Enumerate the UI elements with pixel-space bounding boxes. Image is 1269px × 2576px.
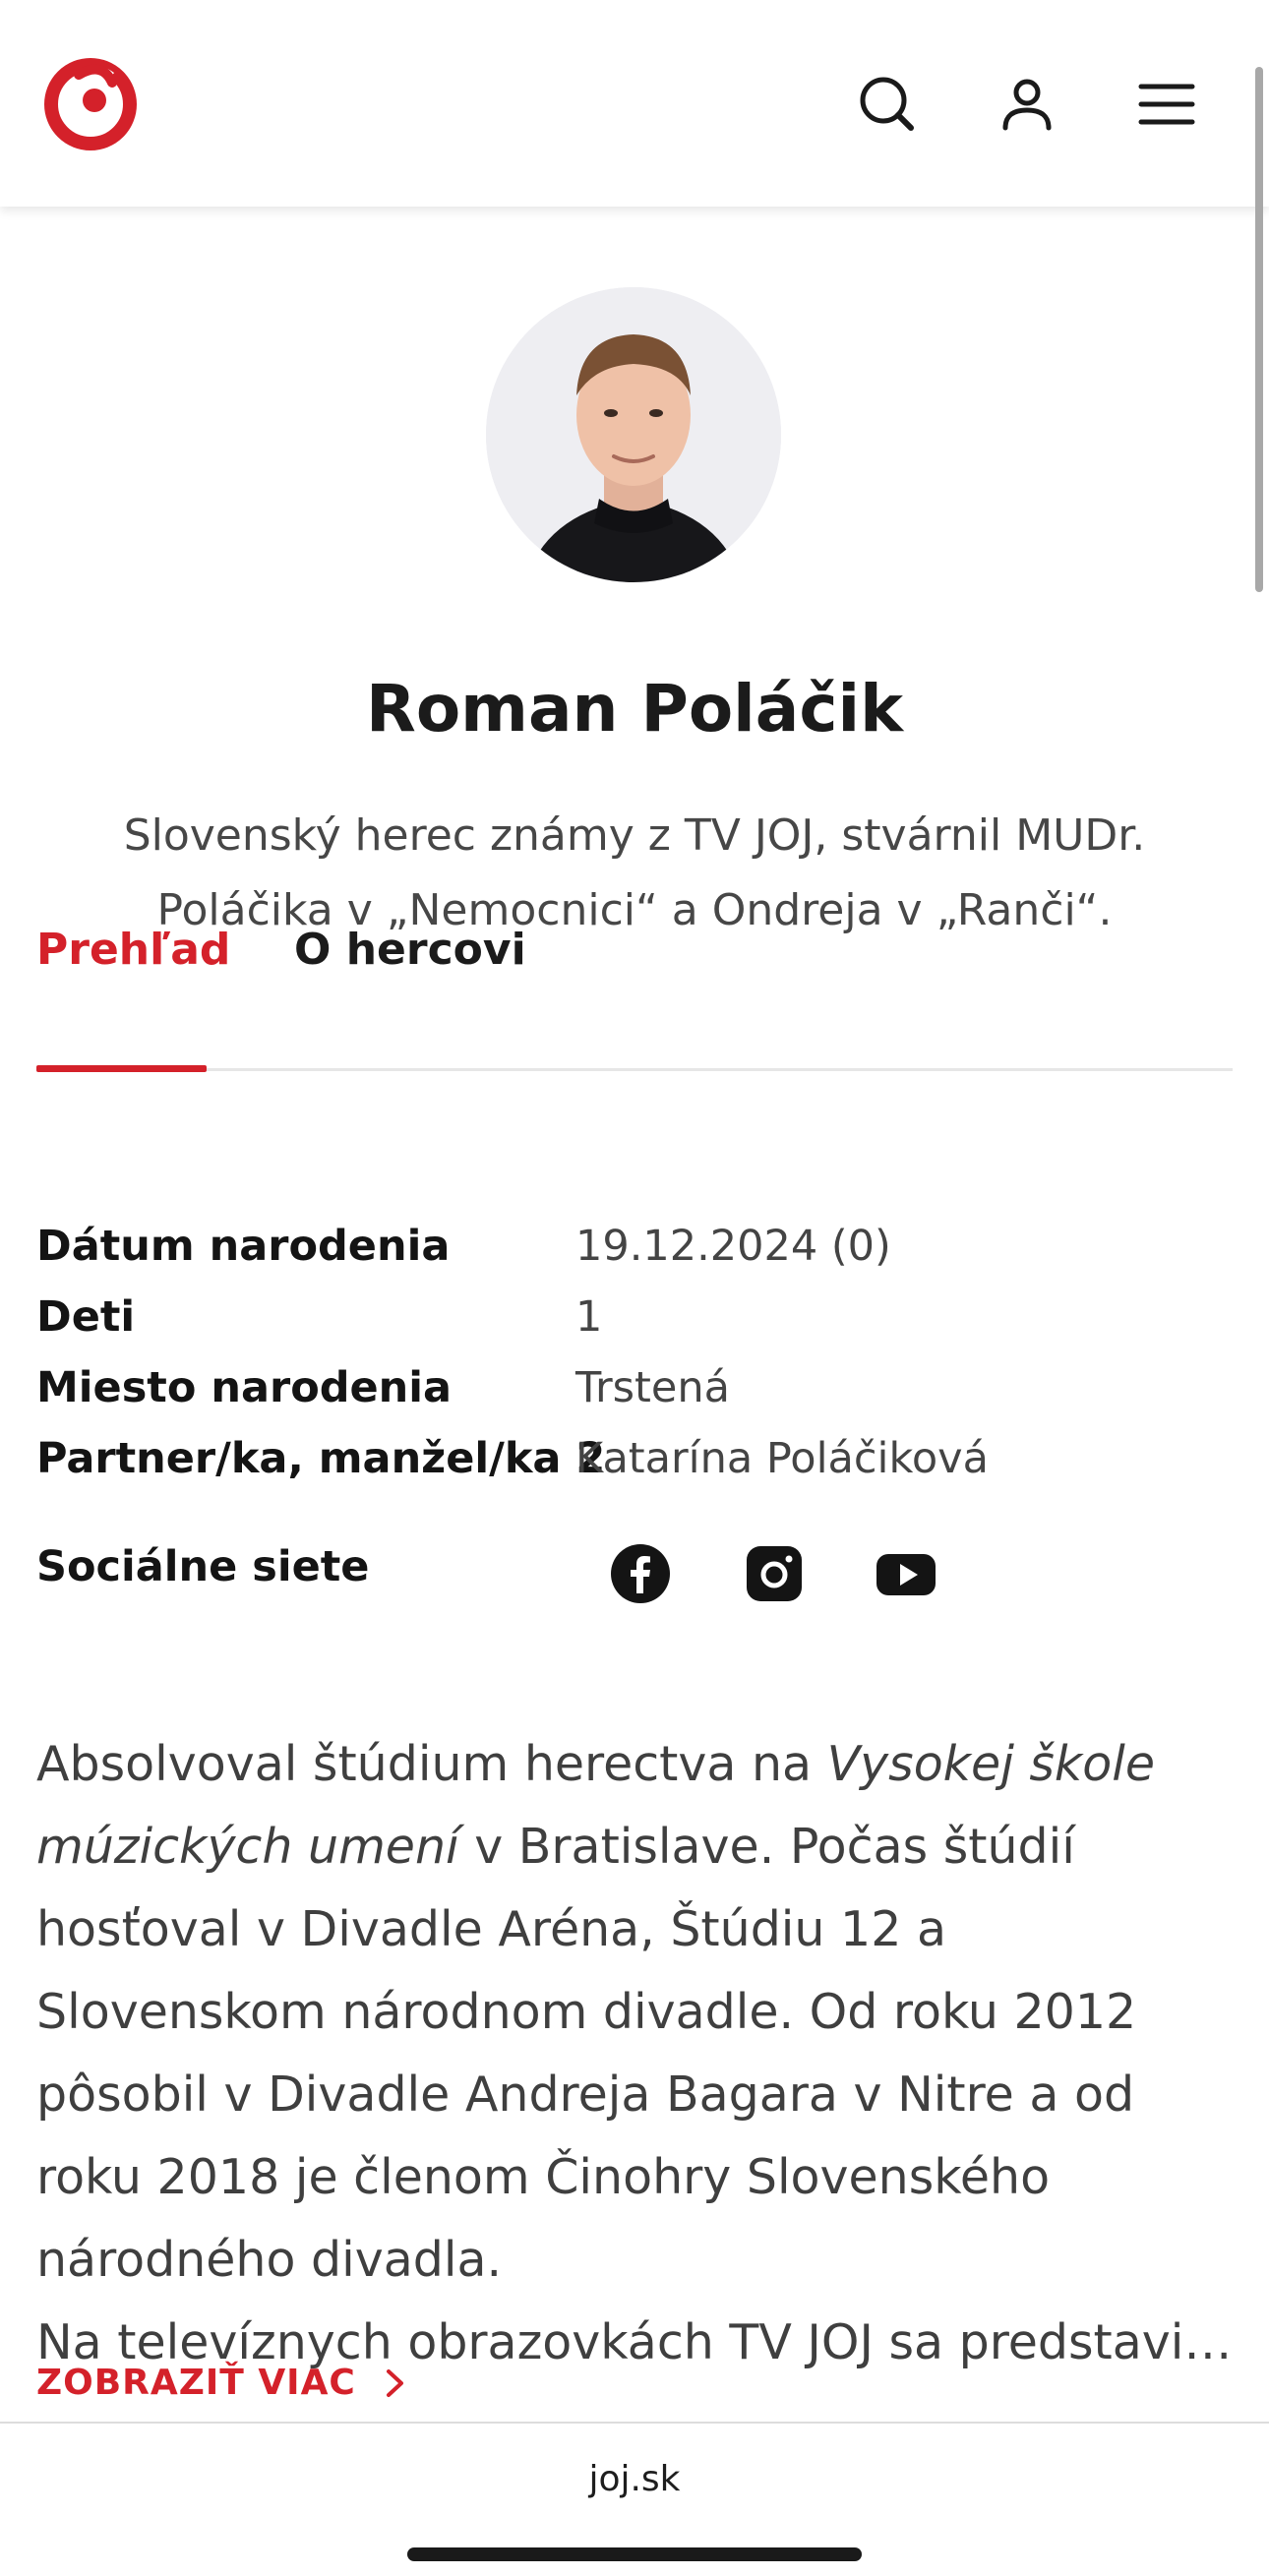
youtube-icon[interactable] bbox=[875, 1542, 937, 1605]
show-more-link[interactable]: ZOBRAZIŤ VIAC bbox=[36, 2363, 411, 2403]
social-row: Sociálne siete bbox=[36, 1523, 1233, 1621]
top-header bbox=[0, 0, 1269, 207]
search-icon[interactable] bbox=[852, 69, 923, 140]
info-row-birthplace: Miesto narodenia Trstená bbox=[36, 1363, 1233, 1434]
user-icon[interactable] bbox=[992, 69, 1062, 140]
info-value: Katarína Poláčiková bbox=[575, 1434, 989, 1483]
url-text[interactable]: joj.sk bbox=[0, 2459, 1269, 2499]
bio-text: Absolvoval štúdium herectva na Vysokej š… bbox=[36, 1723, 1237, 2384]
profile-name: Roman Poláčik bbox=[366, 671, 903, 747]
info-label: Partner/ka, manžel/ka 2 bbox=[36, 1434, 606, 1483]
instagram-icon[interactable] bbox=[743, 1542, 806, 1605]
info-value: Trstená bbox=[575, 1363, 730, 1412]
home-indicator bbox=[407, 2547, 862, 2561]
show-more-label: ZOBRAZIŤ VIAC bbox=[36, 2363, 356, 2403]
chevron-right-icon bbox=[386, 2368, 403, 2397]
info-row-children: Deti 1 bbox=[36, 1292, 1233, 1363]
profile-avatar bbox=[486, 287, 781, 582]
info-row-partner: Partner/ka, manžel/ka 2 Katarína Poláčik… bbox=[36, 1434, 1233, 1505]
profile-tabs: Prehľad O hercovi bbox=[36, 925, 1233, 1072]
joj-logo-icon bbox=[44, 58, 137, 150]
hamburger-menu-icon[interactable] bbox=[1131, 69, 1202, 140]
info-value: 19.12.2024 (0) bbox=[575, 1222, 891, 1271]
browser-url-bar[interactable]: joj.sk bbox=[0, 2422, 1269, 2576]
active-tab-indicator bbox=[36, 1065, 207, 1072]
info-table: Dátum narodenia 19.12.2024 (0) Deti 1 Mi… bbox=[36, 1222, 1233, 1505]
joj-logo[interactable] bbox=[43, 57, 138, 151]
scrollbar[interactable] bbox=[1255, 67, 1263, 592]
info-row-birthdate: Dátum narodenia 19.12.2024 (0) bbox=[36, 1222, 1233, 1292]
facebook-icon[interactable] bbox=[609, 1542, 672, 1605]
info-label: Miesto narodenia bbox=[36, 1363, 453, 1412]
info-label: Deti bbox=[36, 1292, 136, 1342]
page: Roman Poláčik Slovenský herec známy z TV… bbox=[0, 0, 1269, 2576]
tab-prehlad[interactable]: Prehľad bbox=[36, 925, 230, 975]
tab-o-hercovi[interactable]: O hercovi bbox=[294, 925, 526, 975]
tabs-divider bbox=[36, 1068, 1233, 1071]
social-label: Sociálne siete bbox=[36, 1542, 370, 1591]
bio-paragraph-1: Absolvoval štúdium herectva na Vysokej š… bbox=[36, 1736, 1156, 2288]
info-label: Dátum narodenia bbox=[36, 1222, 451, 1271]
info-value: 1 bbox=[575, 1292, 603, 1342]
